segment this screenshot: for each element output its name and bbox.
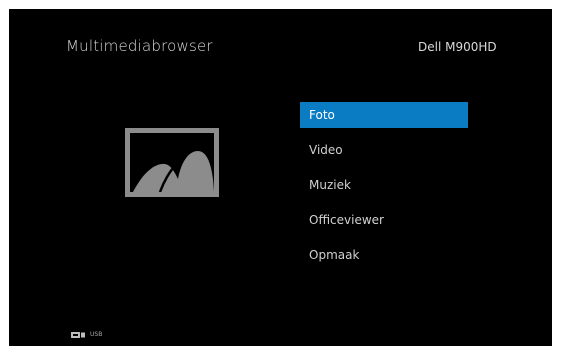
multimedia-browser-screen: Multimediabrowser Dell M900HD Foto Video… (9, 9, 552, 346)
source-label: USB (90, 331, 103, 338)
photo-icon (125, 128, 219, 197)
app-title: Multimediabrowser (66, 37, 213, 55)
photo-icon-graphic (133, 151, 214, 192)
media-menu: Foto Video Muziek Officeviewer Opmaak (300, 102, 468, 277)
device-name: Dell M900HD (418, 40, 497, 54)
menu-item-officeviewer[interactable]: Officeviewer (300, 207, 468, 233)
source-indicator: USB (71, 331, 102, 339)
menu-item-video[interactable]: Video (300, 137, 468, 163)
usb-icon (71, 332, 85, 338)
menu-item-muziek[interactable]: Muziek (300, 172, 468, 198)
menu-item-opmaak[interactable]: Opmaak (300, 242, 468, 268)
menu-item-foto[interactable]: Foto (300, 102, 468, 128)
